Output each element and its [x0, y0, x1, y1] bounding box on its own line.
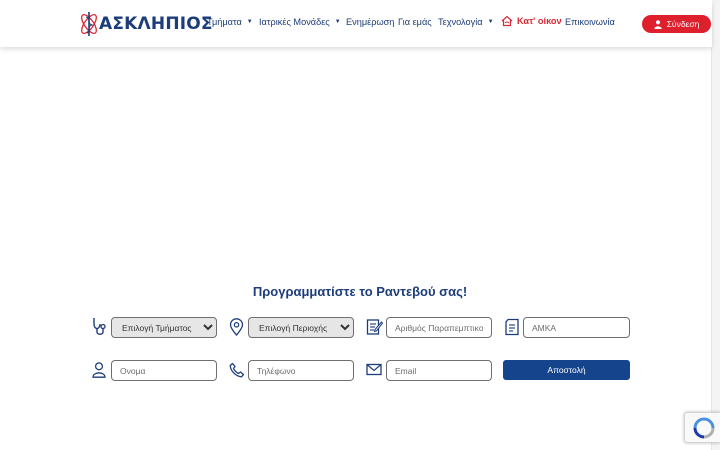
email-input[interactable]	[386, 360, 492, 381]
nav-label: Ενημέρωση	[346, 17, 395, 27]
location-pin-icon	[229, 318, 244, 336]
home-care-icon	[501, 15, 513, 27]
nav-label: Τεχνολογία	[438, 17, 483, 27]
nav-item-technology[interactable]: Τεχνολογία ▼	[438, 17, 494, 27]
nav-label: Επικοινωνία	[565, 17, 615, 27]
referral-number-input[interactable]	[386, 317, 492, 338]
page-scrollbar[interactable]	[711, 0, 720, 450]
nav-item-home-care[interactable]: Κατ' οίκον	[501, 15, 562, 27]
caret-down-icon: ▼	[334, 19, 341, 25]
site-logo[interactable]: ΑΣΚΛΗΠΙΟΣ	[76, 9, 213, 39]
phone-input[interactable]	[248, 360, 354, 381]
recaptcha-badge[interactable]	[684, 412, 720, 443]
phone-icon	[229, 362, 245, 378]
person-icon	[92, 362, 106, 378]
nav-item-medical-units[interactable]: Ιατρικές Μονάδες ▼	[259, 17, 341, 27]
nav-label: Κατ' οίκον	[517, 16, 562, 26]
logo-text: ΑΣΚΛΗΠΙΟΣ	[99, 14, 213, 34]
nav-item-about[interactable]: Για εμάς	[398, 17, 432, 27]
nav-item-news[interactable]: Ενημέρωση	[346, 17, 394, 27]
nav-item-contact[interactable]: Επικοινωνία	[565, 17, 615, 27]
document-icon	[505, 318, 519, 336]
stethoscope-icon	[93, 318, 106, 335]
login-label: Σύνδεση	[666, 19, 700, 29]
caret-down-icon: ▼	[246, 19, 253, 25]
site-header: ΑΣΚΛΗΠΙΟΣ Τμήματα ▼ Ιατρικές Μονάδες ▼ Ενη…	[0, 0, 712, 47]
nav-label: Τμήματα	[207, 17, 242, 27]
appointment-title: Προγραμματίστε το Ραντεβού σας!	[252, 284, 468, 299]
nav-label: Ιατρικές Μονάδες	[259, 17, 330, 27]
department-select[interactable]: Επιλογή Τμήματος	[111, 317, 217, 338]
name-input[interactable]	[111, 360, 217, 381]
nav-label: Για εμάς	[398, 17, 432, 27]
login-button[interactable]: Σύνδεση	[642, 15, 711, 33]
referral-icon	[366, 319, 383, 335]
amka-input[interactable]	[523, 317, 630, 338]
caret-down-icon: ▼	[487, 19, 494, 25]
nav-item-departments[interactable]: Τμήματα ▼	[207, 17, 253, 27]
submit-button[interactable]: Αποστολή	[503, 360, 630, 380]
region-select[interactable]: Επιλογή Περιοχής	[248, 317, 354, 338]
recaptcha-icon	[693, 417, 715, 439]
envelope-icon	[366, 363, 382, 376]
user-icon	[653, 19, 662, 29]
